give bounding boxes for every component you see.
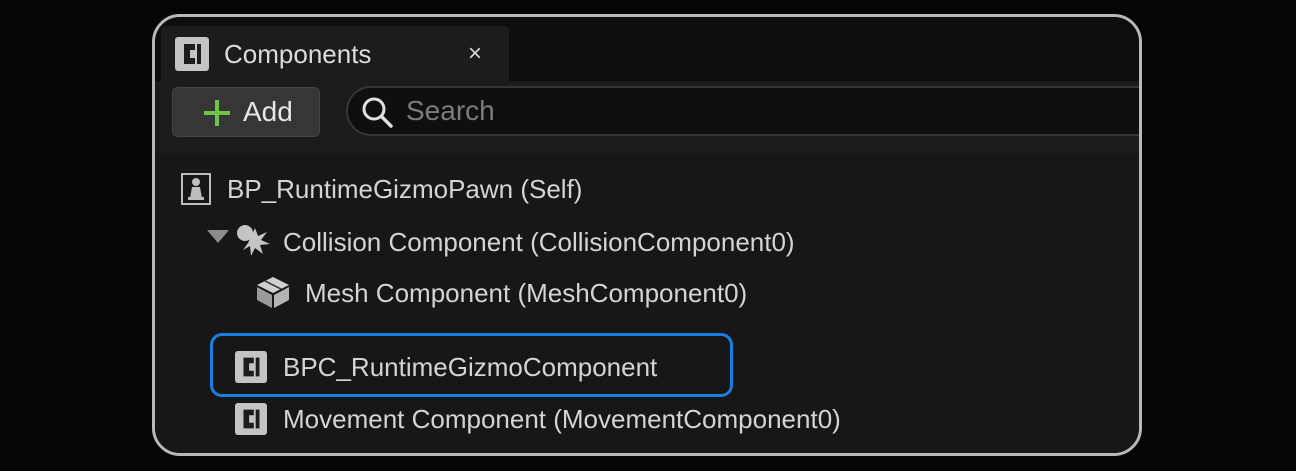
- tree-item-movement[interactable]: Movement Component (MovementComponent0): [155, 393, 1139, 445]
- search-icon: [360, 95, 394, 129]
- expand-arrow-icon[interactable]: [207, 230, 229, 249]
- component-class-icon: [175, 37, 209, 71]
- pawn-icon: [181, 173, 211, 210]
- close-icon[interactable]: ×: [461, 37, 489, 71]
- add-button-label: Add: [243, 96, 293, 127]
- add-button[interactable]: Add: [172, 87, 320, 137]
- component-tree: BP_RuntimeGizmoPawn (Self) Collision Com…: [155, 153, 1139, 453]
- tree-item-label: BP_RuntimeGizmoPawn (Self): [227, 174, 583, 204]
- search-input[interactable]: [406, 93, 1106, 129]
- toolbar: Add: [155, 81, 1139, 153]
- search-box[interactable]: [346, 86, 1139, 136]
- collision-icon: [235, 222, 271, 263]
- tree-item-collision[interactable]: Collision Component (CollisionComponent0…: [155, 215, 1139, 267]
- tab-bar: Components ×: [155, 17, 1139, 81]
- tree-item-pawn-self[interactable]: BP_RuntimeGizmoPawn (Self): [155, 163, 1139, 215]
- components-panel: Components × Add Search BP_RuntimeGizmoP…: [152, 14, 1142, 456]
- tree-item-label: Collision Component (CollisionComponent0…: [283, 227, 795, 257]
- tree-item-label: Movement Component (MovementComponent0): [283, 404, 841, 434]
- tree-item-mesh[interactable]: Mesh Component (MeshComponent0): [155, 267, 1139, 319]
- mesh-cube-icon: [255, 275, 291, 314]
- plus-icon: [202, 98, 232, 128]
- selection-highlight: [210, 333, 733, 397]
- tab-components[interactable]: Components ×: [161, 26, 509, 81]
- tab-title: Components: [224, 39, 372, 69]
- tree-item-label: Mesh Component (MeshComponent0): [305, 278, 748, 308]
- component-class-icon: [235, 403, 267, 440]
